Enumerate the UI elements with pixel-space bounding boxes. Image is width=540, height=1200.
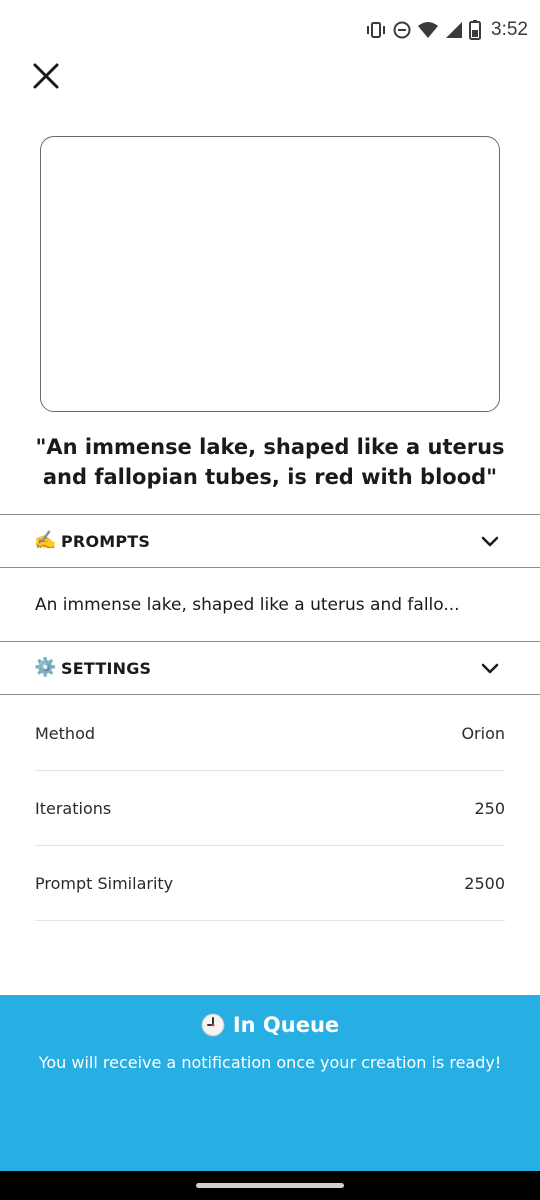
setting-label: Prompt Similarity	[35, 874, 174, 893]
setting-row-method: Method Orion	[35, 696, 505, 771]
setting-value: Orion	[461, 724, 505, 743]
system-nav-bar	[0, 1171, 540, 1200]
signal-icon	[445, 21, 463, 39]
chevron-down-icon	[481, 663, 499, 674]
settings-section-header[interactable]: ⚙️ SETTINGS	[0, 643, 540, 693]
battery-icon	[469, 20, 482, 40]
status-bar: 3:52	[0, 0, 540, 56]
writing-hand-icon: ✍️	[34, 530, 57, 551]
setting-label: Method	[35, 724, 96, 743]
queue-message: You will receive a notification once you…	[38, 1053, 502, 1072]
vibrate-icon	[365, 21, 387, 39]
chevron-down-icon	[481, 536, 499, 547]
prompts-section-header[interactable]: ✍️ PROMPTS	[0, 516, 540, 566]
settings-label: SETTINGS	[61, 658, 152, 678]
home-gesture-handle[interactable]	[196, 1183, 344, 1188]
divider	[0, 694, 540, 695]
queue-title-row: In Queue	[0, 1013, 540, 1037]
queue-title: In Queue	[232, 1013, 340, 1037]
setting-row-iterations: Iterations 250	[35, 771, 505, 846]
setting-value: 2500	[464, 874, 505, 893]
do-not-disturb-icon	[393, 21, 411, 39]
prompts-label: PROMPTS	[61, 531, 151, 551]
setting-value: 250	[474, 799, 505, 818]
screen: 3:52 "An immense lake, shaped like a ute…	[0, 0, 540, 1200]
queue-banner: In Queue You will receive a notification…	[0, 995, 540, 1171]
divider	[0, 567, 540, 568]
clock-icon	[201, 1013, 225, 1037]
close-icon	[33, 63, 59, 89]
status-icons: 3:52	[365, 17, 528, 43]
close-button[interactable]	[26, 56, 66, 96]
setting-label: Iterations	[35, 799, 112, 818]
divider	[0, 641, 540, 642]
setting-row-prompt-similarity: Prompt Similarity 2500	[35, 846, 505, 921]
creation-title: "An immense lake, shaped like a uterus a…	[35, 435, 505, 489]
divider	[0, 514, 540, 515]
prompt-text: An immense lake, shaped like a uterus an…	[35, 595, 460, 615]
wifi-icon	[417, 21, 439, 39]
creation-preview	[40, 136, 500, 412]
gear-icon: ⚙️	[34, 657, 57, 678]
status-time: 3:52	[491, 19, 528, 40]
